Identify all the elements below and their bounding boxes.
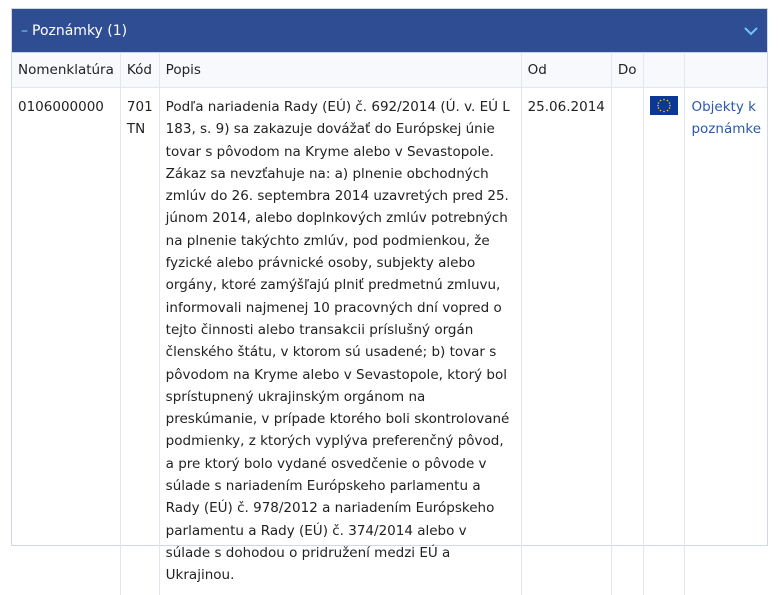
eu-flag-icon [649,96,678,115]
cell-description: Podľa nariadenia Rady (EÚ) č. 692/2014 (… [159,87,522,595]
cell-nomenclature: 0106000000 [12,87,121,595]
notes-table: Nomenklatúra Kód Popis Od Do 0106000000 … [12,53,767,595]
objects-link[interactable]: Objekty k poznámke [691,99,761,137]
header-link [684,53,767,88]
table-header-row: Nomenklatúra Kód Popis Od Do [12,53,767,88]
panel-title: Poznámky (1) [32,22,128,39]
collapse-icon[interactable]: – [21,24,28,38]
header-from: Od [521,53,612,88]
header-nomenclature: Nomenklatúra [12,53,121,88]
cell-flag [643,87,686,595]
header-flag [643,53,686,88]
chevron-down-icon[interactable] [744,21,758,40]
header-code: Kód [120,53,160,88]
cell-to [611,87,644,595]
header-description: Popis [159,53,522,88]
cell-from: 25.06.2014 [521,87,612,595]
header-to: Do [611,53,644,88]
notes-panel-header[interactable]: – Poznámky (1) [12,9,767,53]
cell-link: Objekty k poznámke [685,88,767,595]
cell-code: 701 TN [120,87,160,595]
table-row: 0106000000 701 TN Podľa nariadenia Rady … [12,87,767,595]
notes-panel: – Poznámky (1) Nomenklatúra Kód Popis Od… [11,8,768,595]
